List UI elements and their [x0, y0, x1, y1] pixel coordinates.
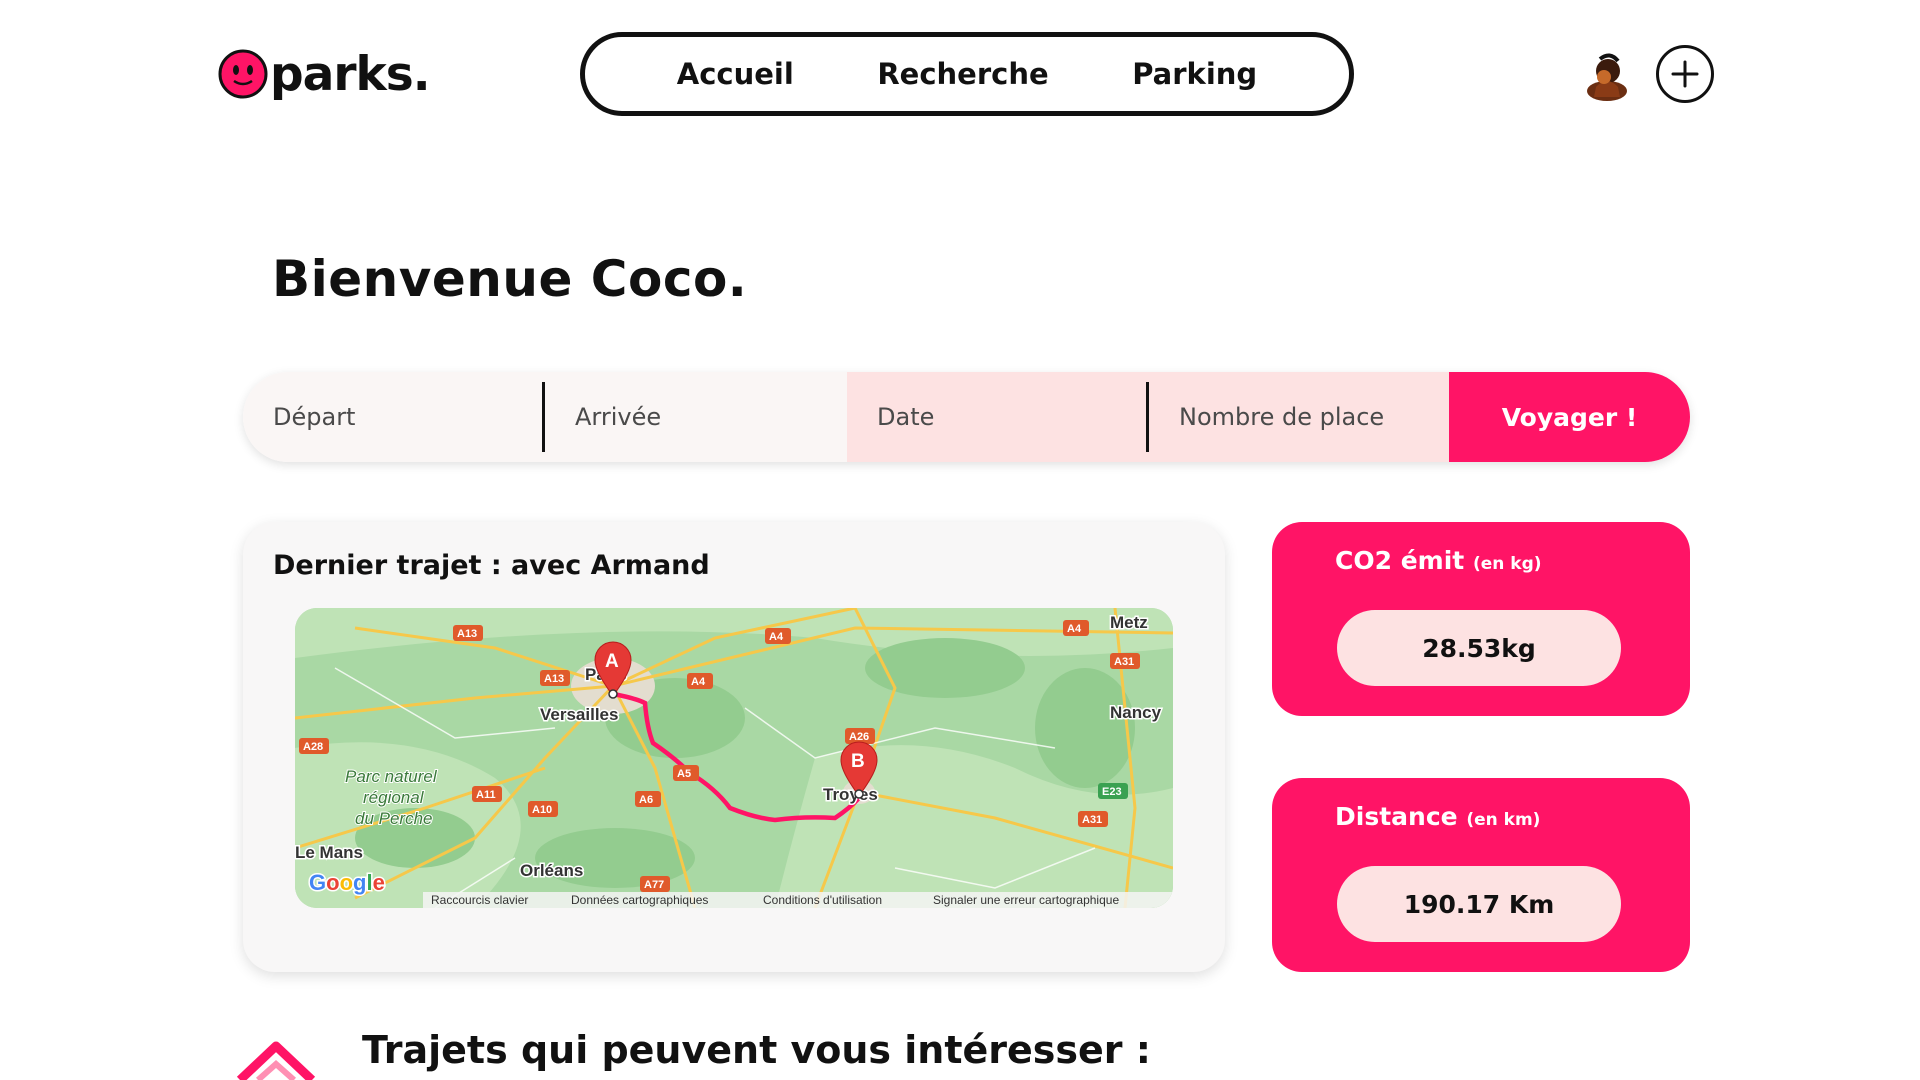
marker-b-label: B	[851, 751, 865, 772]
svg-text:A31: A31	[1114, 656, 1134, 668]
distance-card: Distance (en km) 190.17 Km	[1272, 778, 1690, 972]
co2-title: CO2 émit (en kg)	[1335, 546, 1542, 575]
svg-text:Orléans: Orléans	[520, 861, 583, 880]
places-field[interactable]: Nombre de place	[1149, 372, 1449, 462]
arrivee-field[interactable]: Arrivée	[545, 372, 847, 462]
arrivee-placeholder: Arrivée	[575, 403, 662, 431]
svg-text:A13: A13	[544, 673, 564, 685]
svg-text:Troyes: Troyes	[823, 785, 878, 804]
svg-text:A11: A11	[476, 789, 496, 801]
svg-text:A4: A4	[1067, 623, 1082, 635]
co2-card: CO2 émit (en kg) 28.53kg	[1272, 522, 1690, 716]
svg-text:Nancy: Nancy	[1110, 703, 1162, 722]
route-map[interactable]: A13 A13 A4 A4 A4 A31 A28 A26 A5 A11 A10 …	[295, 608, 1173, 908]
date-placeholder: Date	[877, 403, 935, 431]
svg-text:A13: A13	[457, 628, 477, 640]
welcome-heading: Bienvenue Coco.	[272, 250, 748, 308]
logo-text: parks.	[270, 46, 431, 102]
svg-text:A6: A6	[639, 794, 653, 806]
depart-field[interactable]: Départ	[243, 372, 545, 462]
svg-text:Parc naturel: Parc naturel	[345, 767, 438, 786]
distance-label: Distance	[1335, 802, 1458, 831]
last-trip-card: Dernier trajet : avec Armand A13 A13 A4 …	[243, 522, 1225, 972]
svg-text:régional: régional	[363, 788, 425, 807]
map-footer-data: Données cartographiques	[571, 893, 708, 907]
depart-placeholder: Départ	[273, 403, 356, 431]
svg-text:A5: A5	[677, 768, 691, 780]
co2-unit: (en kg)	[1472, 554, 1542, 574]
svg-text:Versailles: Versailles	[540, 705, 618, 724]
map-footer-report: Signaler une erreur cartographique	[933, 893, 1119, 907]
marker-a-label: A	[605, 651, 619, 672]
places-placeholder: Nombre de place	[1179, 403, 1385, 431]
voyager-button[interactable]: Voyager !	[1449, 372, 1690, 462]
date-field[interactable]: Date	[847, 372, 1149, 462]
co2-value: 28.53kg	[1337, 610, 1621, 686]
map-footer-terms: Conditions d'utilisation	[763, 893, 882, 907]
svg-text:Google: Google	[309, 870, 385, 895]
map-footer-shortcuts: Raccourcis clavier	[431, 893, 528, 907]
svg-text:Le Mans: Le Mans	[295, 843, 363, 862]
svg-text:E23: E23	[1102, 786, 1122, 798]
suggestions-title: Trajets qui peuvent vous intéresser :	[362, 1028, 1151, 1072]
chevron-up-icon	[236, 1041, 316, 1080]
svg-text:A10: A10	[532, 804, 552, 816]
user-avatar-icon[interactable]	[1580, 47, 1634, 101]
distance-unit: (en km)	[1466, 810, 1541, 830]
last-trip-title: Dernier trajet : avec Armand	[273, 550, 710, 581]
co2-label: CO2 émit	[1335, 546, 1465, 575]
svg-text:du Perche: du Perche	[355, 809, 433, 828]
svg-text:A77: A77	[644, 879, 664, 891]
distance-title: Distance (en km)	[1335, 802, 1540, 831]
add-button[interactable]	[1656, 45, 1714, 103]
map-canvas: A13 A13 A4 A4 A4 A31 A28 A26 A5 A11 A10 …	[295, 608, 1173, 908]
brand-logo[interactable]: parks.	[218, 44, 431, 104]
svg-text:A4: A4	[769, 631, 784, 643]
svg-text:A26: A26	[849, 731, 869, 743]
nav-parking[interactable]: Parking	[1132, 57, 1257, 91]
logo-face-icon	[218, 49, 268, 99]
svg-text:A4: A4	[691, 676, 706, 688]
trip-search-bar: Départ Arrivée Date Nombre de place Voya…	[243, 372, 1690, 462]
svg-text:A28: A28	[303, 741, 323, 753]
main-nav: Accueil Recherche Parking	[580, 32, 1354, 116]
nav-recherche[interactable]: Recherche	[877, 57, 1048, 91]
plus-icon	[1671, 60, 1699, 88]
svg-text:A31: A31	[1082, 814, 1102, 826]
nav-accueil[interactable]: Accueil	[677, 57, 794, 91]
distance-value: 190.17 Km	[1337, 866, 1621, 942]
svg-text:Metz: Metz	[1110, 613, 1148, 632]
